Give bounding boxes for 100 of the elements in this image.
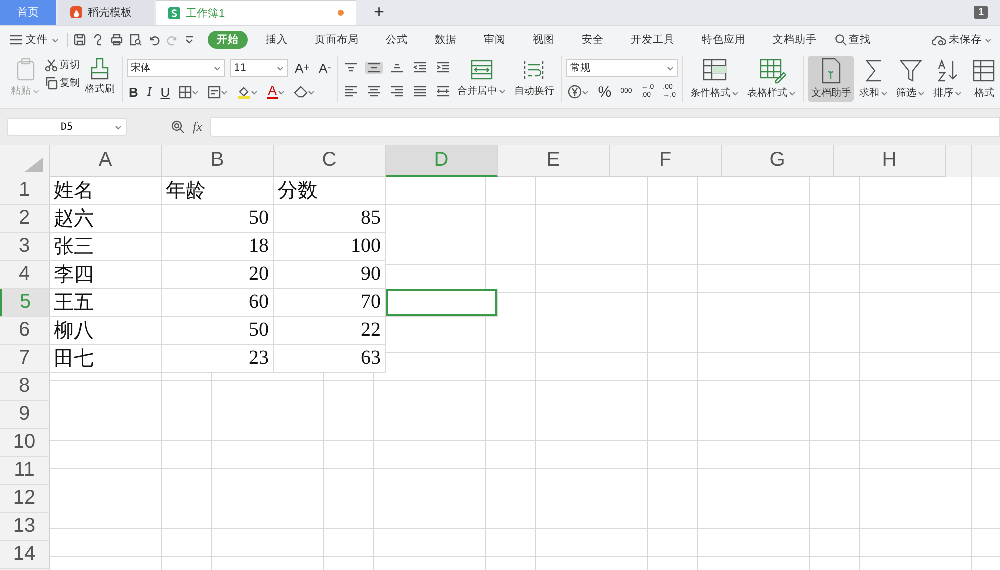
ribbon-tab[interactable]: 文档助手 <box>764 31 826 49</box>
row-header[interactable]: 14 <box>0 541 50 569</box>
row-header[interactable]: 2 <box>0 205 50 233</box>
row-header[interactable]: 9 <box>0 401 50 429</box>
caret-icon[interactable] <box>251 90 258 94</box>
row-header[interactable]: 13 <box>0 513 50 541</box>
column-header[interactable]: C <box>274 145 386 177</box>
align-left-icon <box>344 85 358 99</box>
column-header[interactable]: B <box>162 145 274 177</box>
active-cell[interactable] <box>386 289 498 317</box>
caret-icon[interactable] <box>789 90 796 96</box>
caret-icon[interactable] <box>52 38 59 42</box>
caret-icon[interactable] <box>732 90 740 96</box>
underline-button[interactable]: U <box>158 84 172 100</box>
caret-icon[interactable] <box>918 90 926 96</box>
tab[interactable]: 工作簿1 <box>156 0 356 25</box>
cut-button[interactable]: 剪切 <box>45 58 80 72</box>
ribbon-button[interactable]: 表格样式 <box>744 56 800 102</box>
undo-icon[interactable] <box>149 34 160 46</box>
caret-icon[interactable] <box>192 90 200 94</box>
align-middle-button[interactable] <box>365 62 384 74</box>
row-header[interactable]: 3 <box>0 233 50 261</box>
ribbon-button[interactable]: 文档助手 <box>808 56 854 102</box>
column-header[interactable]: F <box>610 145 722 177</box>
format-painter-button[interactable]: 格式刷 <box>82 56 118 102</box>
ribbon-button[interactable]: 条件格式 <box>687 56 742 102</box>
percent-button[interactable]: % <box>596 84 614 100</box>
menu-icon[interactable] <box>10 35 22 45</box>
borders-button[interactable] <box>177 84 202 100</box>
ribbon-tab[interactable]: 视图 <box>524 31 564 49</box>
font-color-button[interactable]: A <box>265 84 288 100</box>
ribbon-tab[interactable]: 公式 <box>377 31 417 49</box>
caret-icon[interactable] <box>308 90 316 94</box>
caret-icon[interactable] <box>985 38 992 42</box>
caret-icon[interactable] <box>115 125 122 130</box>
ribbon-tab[interactable]: 开发工具 <box>622 31 684 49</box>
save-status[interactable]: 未保存 <box>932 33 992 47</box>
row-header[interactable]: 8 <box>0 373 50 401</box>
row-header[interactable]: 6 <box>0 317 50 345</box>
table-cell: 100 <box>274 233 386 261</box>
cell-style-button[interactable] <box>206 84 230 100</box>
row-header[interactable]: 11 <box>0 457 50 485</box>
table-cell: 70 <box>274 289 386 317</box>
formula-input-field[interactable] <box>210 117 1000 137</box>
caret-icon[interactable] <box>667 66 674 70</box>
zoom-icon[interactable] <box>171 120 185 134</box>
ribbon-button[interactable]: 筛选 <box>893 56 928 102</box>
spreadsheet-icon <box>168 6 181 20</box>
search-icon[interactable] <box>835 34 847 46</box>
caret-icon[interactable] <box>499 88 506 94</box>
font-size-field[interactable]: 11 <box>230 59 288 77</box>
ribbon-tab[interactable]: 插入 <box>257 31 297 49</box>
italic-button[interactable]: I <box>145 84 154 100</box>
caret-icon[interactable] <box>221 90 228 94</box>
column-header[interactable]: H <box>834 145 946 177</box>
ribbon-tab[interactable]: 页面布局 <box>306 31 368 49</box>
ribbon-button[interactable]: 排序 <box>930 56 966 102</box>
caret-icon[interactable] <box>955 90 962 96</box>
new-tab-button[interactable]: + <box>364 0 395 25</box>
function-button[interactable]: fx <box>193 119 202 135</box>
ribbon-tab[interactable]: 数据 <box>426 31 466 49</box>
ribbon-tab[interactable]: 审阅 <box>475 31 515 49</box>
caret-icon[interactable] <box>214 66 221 70</box>
row-header[interactable]: 4 <box>0 261 50 289</box>
row-header[interactable]: 10 <box>0 429 50 457</box>
caret-icon[interactable] <box>278 90 286 94</box>
bold-button[interactable]: B <box>127 84 140 100</box>
window-count-badge[interactable]: 1 <box>974 6 988 19</box>
ribbon-button[interactable]: 求和 <box>856 56 892 102</box>
column-header[interactable]: G <box>722 145 834 177</box>
name-box[interactable]: D5 <box>7 118 127 136</box>
clear-button[interactable] <box>292 85 318 99</box>
wrap-text-button[interactable]: 自动换行 <box>511 56 558 102</box>
print-icon[interactable] <box>111 34 123 46</box>
search-button[interactable]: 查找 <box>835 33 871 47</box>
caret-icon[interactable] <box>277 66 284 70</box>
tab[interactable]: 稻壳模板 <box>58 0 154 25</box>
ribbon-button[interactable]: 格式 <box>967 56 1000 102</box>
number-format-field[interactable]: 常规 <box>566 59 678 77</box>
currency-button[interactable] <box>566 84 592 100</box>
ribbon-tab[interactable]: 安全 <box>573 31 613 49</box>
print-preview-icon[interactable] <box>130 34 142 46</box>
table-style-icon <box>758 57 786 85</box>
row-header[interactable]: 12 <box>0 485 50 513</box>
row-header[interactable]: 7 <box>0 345 50 373</box>
row-header[interactable]: 1 <box>0 177 50 205</box>
caret-icon[interactable] <box>582 90 590 94</box>
file-menu[interactable]: 文件 <box>10 33 68 47</box>
cloud-icon[interactable] <box>932 34 946 46</box>
customize-icon[interactable] <box>185 36 194 44</box>
table-cell: 张三 <box>50 233 162 261</box>
copy-button[interactable]: 复制 <box>45 76 80 90</box>
cell-style-icon <box>208 86 222 98</box>
merge-center-button[interactable]: 合并居中 <box>454 56 510 102</box>
font-name-field[interactable]: 宋体 <box>127 59 225 77</box>
ribbon-tab[interactable]: 特色应用 <box>693 31 755 49</box>
decrease-indent-icon <box>413 61 428 75</box>
save-icon[interactable] <box>74 34 86 46</box>
caret-icon[interactable] <box>881 90 888 96</box>
column-header[interactable]: E <box>498 145 610 177</box>
